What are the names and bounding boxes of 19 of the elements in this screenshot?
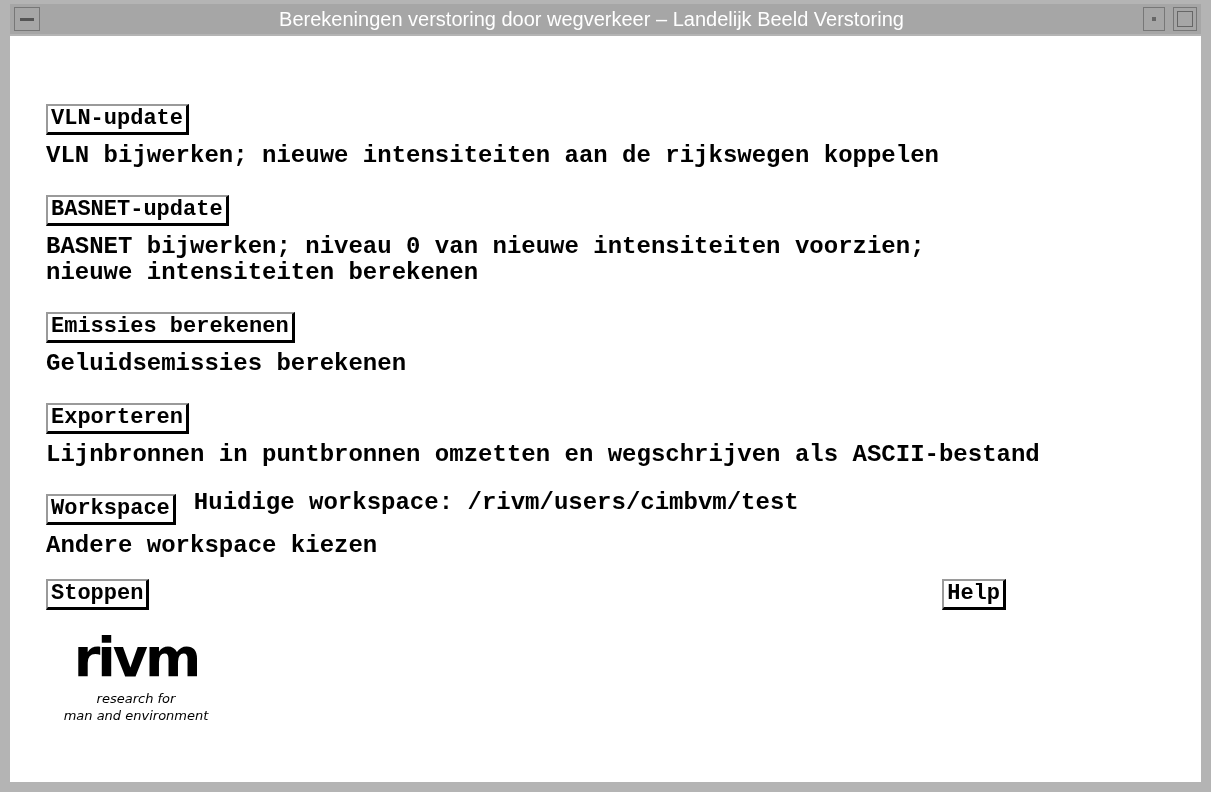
logo-tagline: research for man and environment [63, 690, 209, 724]
action-button[interactable]: Stoppen [46, 579, 150, 610]
minimize-button[interactable] [1143, 7, 1165, 31]
description: Lijnbronnen in puntbronnen omzetten en wegschrijven als ASCII-bestand [46, 442, 1040, 468]
action-button[interactable]: Workspace [46, 494, 176, 525]
workspace-path: Huidige workspace: /rivm/users/cimbvm/test [193, 490, 799, 516]
window-title: Berekeningen verstoring door wegverkeer – Landelijk Beeld Verstoring [278, 7, 905, 32]
description: BASNET bijwerken; niveau 0 van nieuwe intensiteiten voorzien; nieuwe intensiteiten berekenen [46, 234, 925, 286]
action-button[interactable]: VLN-update [46, 104, 190, 135]
action-button[interactable]: BASNET-update [46, 195, 229, 226]
description: Andere workspace kiezen [46, 533, 378, 559]
action-button[interactable]: Exporteren [46, 403, 190, 434]
description: Geluidsemissies berekenen [46, 351, 407, 377]
window-menu-button[interactable] [14, 7, 40, 31]
description: VLN bijwerken; nieuwe intensiteiten aan de rijkswegen koppelen [46, 143, 939, 169]
action-button[interactable]: Help [942, 579, 1006, 610]
action-button[interactable]: Emissies berekenen [46, 312, 295, 343]
logo-wordmark: rivm [73, 632, 199, 684]
maximize-button[interactable] [1173, 7, 1197, 31]
